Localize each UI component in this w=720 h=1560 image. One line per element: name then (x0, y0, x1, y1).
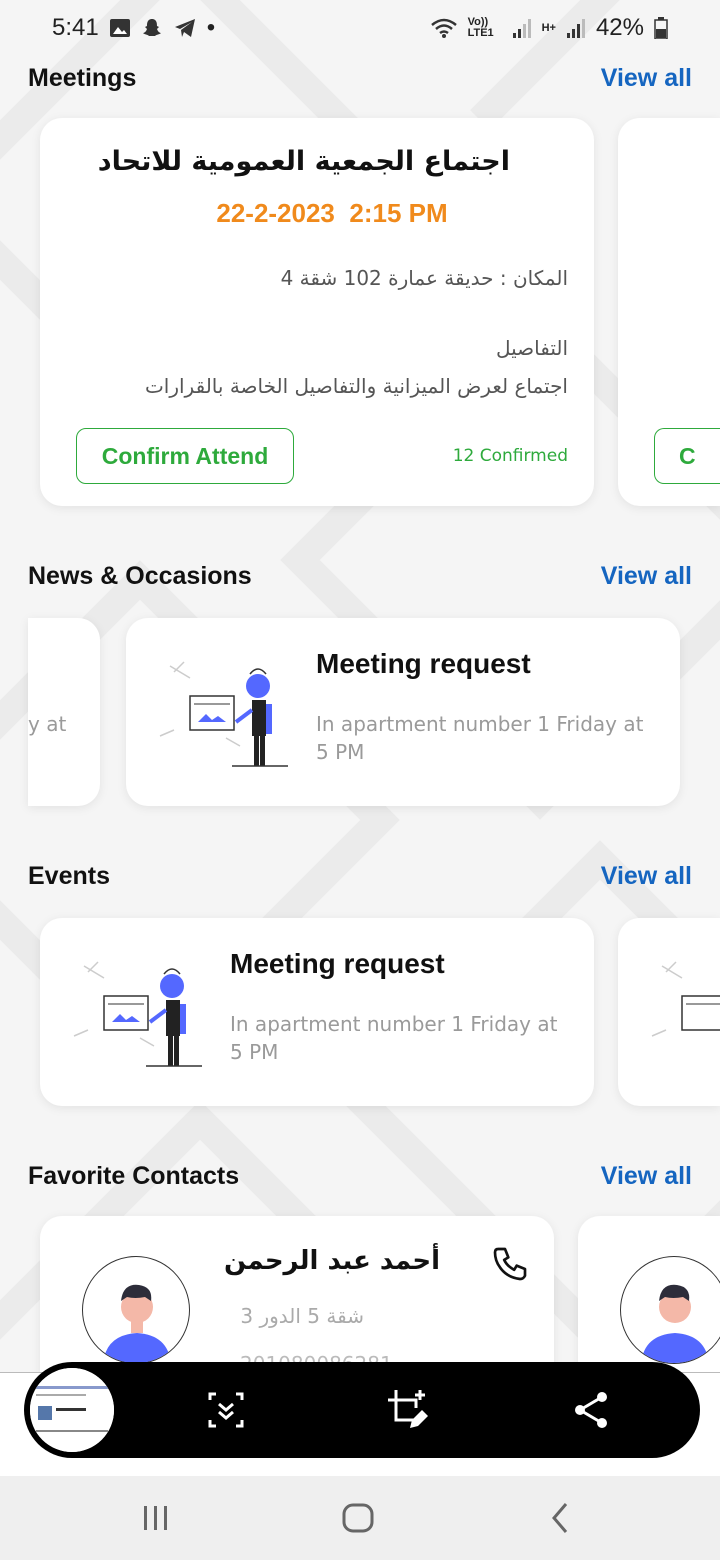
meetings-view-all-link[interactable]: View all (601, 64, 692, 93)
notification-dot: • (206, 14, 216, 41)
event-card[interactable]: Meeting request In apartment number 1 Fr… (40, 918, 594, 1106)
contacts-view-all-link[interactable]: View all (601, 1162, 692, 1191)
event-card-description: In apartment number 1 Friday at 5 PM (230, 1012, 558, 1064)
news-card[interactable]: Meeting request In apartment number 1 Fr… (126, 618, 680, 806)
meetings-title: Meetings (28, 64, 137, 92)
event-card-next[interactable] (618, 918, 720, 1106)
screenshot-thumbnail[interactable] (26, 1364, 118, 1456)
contacts-header: Favorite Contacts View all (28, 1162, 692, 1191)
news-header: News & Occasions View all (28, 562, 692, 591)
snapchat-icon (142, 19, 161, 36)
confirmed-count: 12 Confirmed (452, 446, 568, 466)
contact-card[interactable]: أحمد عبد الرحمن شقة 5 الدور 3 2010800862… (40, 1216, 554, 1386)
avatar (620, 1256, 720, 1364)
contact-card-next[interactable] (578, 1216, 720, 1386)
meeting-illustration (73, 961, 202, 1067)
meeting-time: 2:15 PM (349, 198, 448, 228)
scroll-capture-icon[interactable] (204, 1388, 248, 1432)
network2-label: H+ (541, 22, 556, 34)
events-header: Events View all (28, 862, 692, 891)
meeting-datetime: 22-2-2023 2:15 PM (40, 198, 594, 229)
clock: 5:41 (52, 14, 99, 41)
news-card-title: Meeting request (316, 648, 531, 679)
news-card-prev[interactable]: y at (28, 618, 100, 806)
crop-edit-icon[interactable] (386, 1388, 430, 1432)
contact-address: شقة 5 الدور 3 (240, 1304, 364, 1328)
meeting-details-label: التفاصيل (495, 336, 568, 360)
battery-icon (654, 17, 668, 39)
events-view-all-link[interactable]: View all (601, 862, 692, 891)
meetings-header: Meetings View all (28, 64, 692, 93)
status-bar: 5:41 • Vo)) LTE1 H+ 42% (0, 0, 720, 56)
confirm-attend-button-next[interactable]: C (654, 428, 720, 484)
signal-icon (512, 19, 531, 38)
meeting-details: اجتماع لعرض الميزانية والتفاصيل الخاصة ب… (144, 374, 568, 398)
avatar (82, 1256, 190, 1364)
contact-name: أحمد عبد الرحمن (223, 1246, 440, 1276)
phone-icon[interactable] (490, 1244, 530, 1284)
gallery-icon (109, 19, 130, 37)
meeting-place: المكان : حديقة عمارة 102 شقة 4 (280, 266, 568, 290)
system-nav-bar (0, 1476, 720, 1560)
meeting-illustration (159, 661, 288, 767)
wifi-icon (430, 18, 457, 38)
meeting-illustration (651, 961, 720, 1037)
events-title: Events (28, 862, 110, 890)
meeting-card-next[interactable]: C (618, 118, 720, 506)
battery-percent: 42% (595, 14, 644, 41)
share-icon[interactable] (570, 1388, 614, 1432)
news-prev-fragment: y at (28, 712, 67, 736)
meeting-card[interactable]: اجتماع الجمعية العمومية للاتحاد 22-2-202… (40, 118, 594, 506)
news-title: News & Occasions (28, 562, 252, 590)
meeting-title: اجتماع الجمعية العمومية للاتحاد (97, 146, 510, 177)
network-label: Vo)) LTE1 (467, 16, 494, 39)
confirm-attend-button[interactable]: Confirm Attend (76, 428, 294, 484)
telegram-icon (174, 19, 195, 37)
signal2-icon (566, 19, 585, 38)
news-view-all-link[interactable]: View all (601, 562, 692, 591)
contacts-title: Favorite Contacts (28, 1162, 240, 1190)
back-icon[interactable] (544, 1498, 576, 1538)
recents-icon[interactable] (140, 1498, 172, 1538)
event-card-title: Meeting request (230, 948, 445, 979)
news-card-description: In apartment number 1 Friday at 5 PM (316, 712, 644, 764)
meeting-date: 22-2-2023 (216, 198, 335, 228)
home-icon[interactable] (338, 1498, 378, 1538)
